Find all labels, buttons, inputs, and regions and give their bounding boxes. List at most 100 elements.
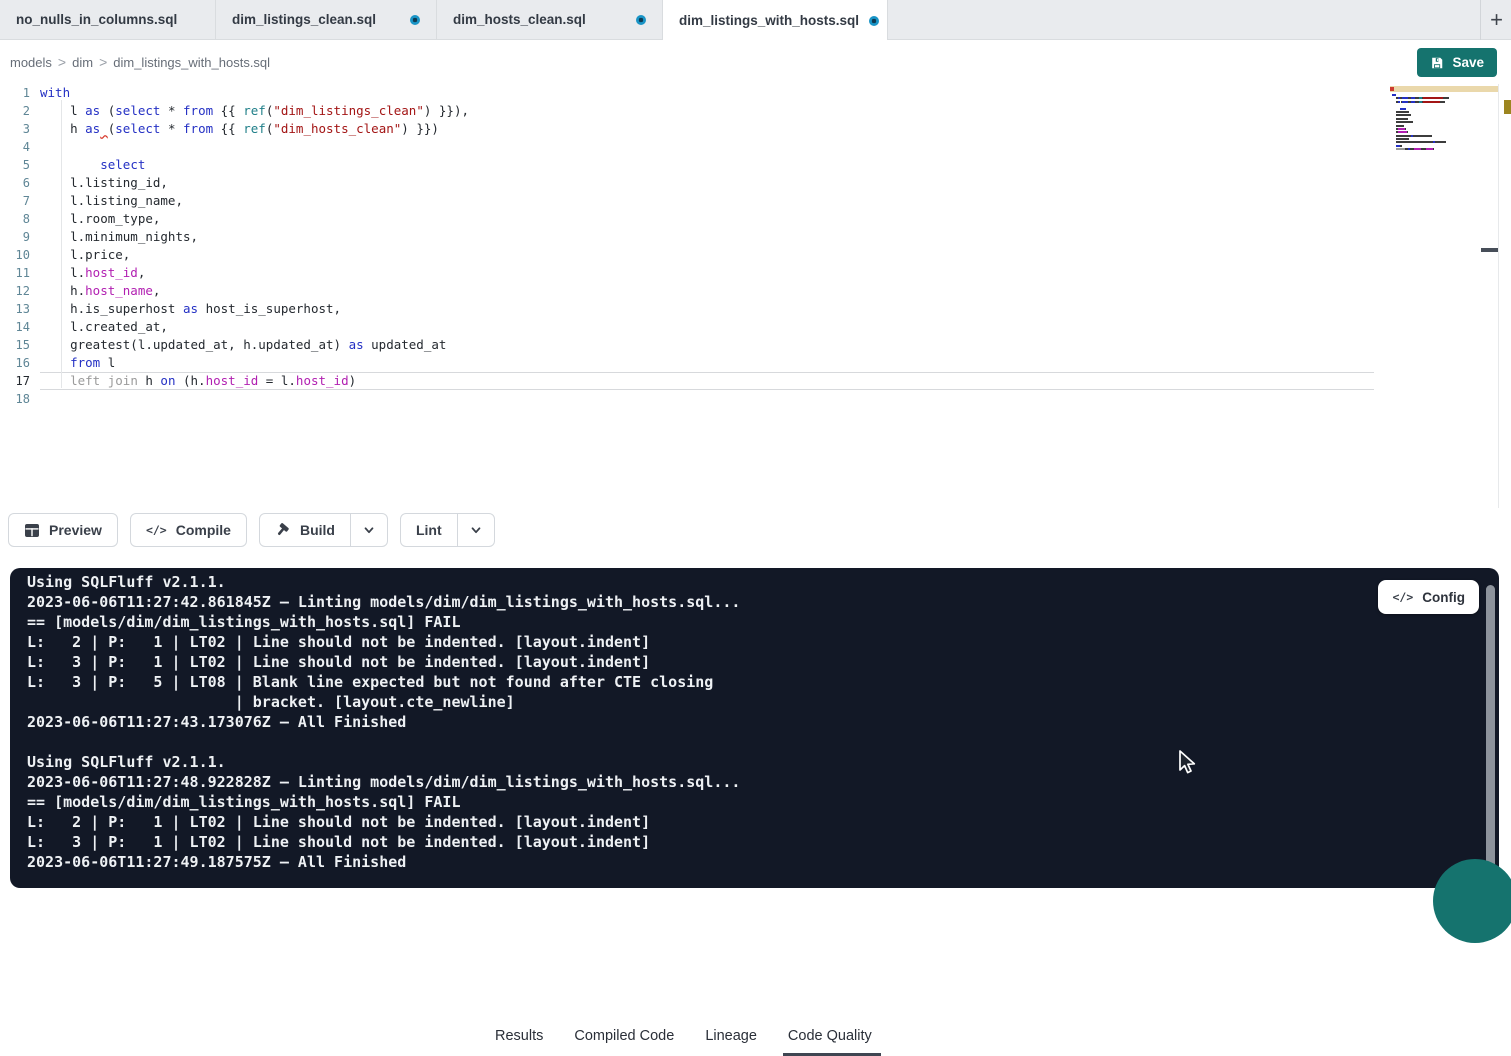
indent-guide <box>61 100 62 388</box>
plus-icon: + <box>1490 7 1503 33</box>
terminal-line: L: 2 | P: 1 | LT02 | Line should not be … <box>27 812 740 832</box>
code-text: greatest(l.updated_at, h.updated_at) as … <box>40 336 1374 354</box>
tab-label: dim_listings_clean.sql <box>232 12 376 27</box>
terminal-line: Using SQLFluff v2.1.1. <box>27 752 740 772</box>
line-number: 4 <box>0 138 40 156</box>
config-button[interactable]: </> Config <box>1378 580 1479 614</box>
chevron-down-icon <box>362 523 376 537</box>
code-line[interactable]: 8 l.room_type, <box>0 210 1511 228</box>
panel-header: Preview </> Compile Build <box>0 508 1511 568</box>
code-text: h.is_superhost as host_is_superhost, <box>40 300 1374 318</box>
code-line[interactable]: 13 h.is_superhost as host_is_superhost, <box>0 300 1511 318</box>
line-number: 15 <box>0 336 40 354</box>
code-line[interactable]: 4 <box>0 138 1511 156</box>
terminal-line: 2023-06-06T11:27:43.173076Z — All Finish… <box>27 712 740 732</box>
breadcrumb-separator-icon: > <box>58 54 66 70</box>
lint-dropdown-button[interactable] <box>458 514 494 546</box>
code-line[interactable]: 12 h.host_name, <box>0 282 1511 300</box>
terminal-line: == [models/dim/dim_listings_with_hosts.s… <box>27 792 740 812</box>
terminal-line: | bracket. [layout.cte_newline] <box>27 692 740 712</box>
editor-tab[interactable]: dim_listings_with_hosts.sql <box>663 0 888 41</box>
breadcrumb-separator-icon: > <box>99 54 107 70</box>
panel-tabs: Results Compiled Code Lineage Code Quali… <box>495 1017 872 1055</box>
terminal-line: L: 3 | P: 1 | LT02 | Line should not be … <box>27 832 740 852</box>
code-line[interactable]: 1with <box>0 84 1511 102</box>
code-line[interactable]: 9 l.minimum_nights, <box>0 228 1511 246</box>
breadcrumb-segment[interactable]: dim <box>72 55 93 70</box>
modified-dot-icon <box>636 15 646 25</box>
line-number: 17 <box>0 372 40 390</box>
tab-code-quality[interactable]: Code Quality <box>788 1017 872 1055</box>
code-line[interactable]: 15 greatest(l.updated_at, h.updated_at) … <box>0 336 1511 354</box>
lint-button[interactable]: Lint <box>401 514 458 546</box>
code-text: l.minimum_nights, <box>40 228 1374 246</box>
tab-lineage[interactable]: Lineage <box>705 1017 757 1055</box>
code-text: l as (select * from {{ ref("dim_listings… <box>40 102 1374 120</box>
build-split-button: Build <box>259 513 388 547</box>
code-line[interactable]: 18 <box>0 390 1511 408</box>
tab-results[interactable]: Results <box>495 1017 543 1055</box>
preview-button[interactable]: Preview <box>8 513 118 547</box>
editor-divider <box>1498 84 1499 508</box>
code-line[interactable]: 2 l as (select * from {{ ref("dim_listin… <box>0 102 1511 120</box>
code-text: l.room_type, <box>40 210 1374 228</box>
editor-tab[interactable]: dim_hosts_clean.sql <box>437 0 663 39</box>
terminal-output: Using SQLFluff v2.1.1. 2023-06-06T11:27:4… <box>27 572 740 872</box>
code-line[interactable]: 3 h as (select * from {{ ref("dim_hosts_… <box>0 120 1511 138</box>
line-number: 18 <box>0 390 40 408</box>
line-number: 3 <box>0 120 40 138</box>
code-text: h as (select * from {{ ref("dim_hosts_cl… <box>40 120 1374 138</box>
code-line[interactable]: 7 l.listing_name, <box>0 192 1511 210</box>
code-text: l.listing_name, <box>40 192 1374 210</box>
editor-tab-bar: no_nulls_in_columns.sql dim_listings_clea… <box>0 0 1511 40</box>
code-text: from l <box>40 354 1374 372</box>
code-line[interactable]: 17 left join h on (h.host_id = l.host_id… <box>0 372 1511 390</box>
code-line[interactable]: 10 l.price, <box>0 246 1511 264</box>
overview-warning-marker <box>1504 100 1511 114</box>
new-tab-button[interactable]: + <box>1480 0 1511 40</box>
line-number: 7 <box>0 192 40 210</box>
tab-label: dim_listings_with_hosts.sql <box>679 13 859 28</box>
line-number: 6 <box>0 174 40 192</box>
save-icon <box>1430 56 1444 70</box>
editor-tab[interactable]: dim_listings_clean.sql <box>216 0 437 39</box>
code-icon: </> <box>146 523 167 537</box>
line-number: 2 <box>0 102 40 120</box>
code-editor[interactable]: 1with2 l as (select * from {{ ref("dim_l… <box>0 84 1511 508</box>
breadcrumb-segment[interactable]: dim_listings_with_hosts.sql <box>113 55 270 70</box>
terminal-line: == [models/dim/dim_listings_with_hosts.s… <box>27 612 740 632</box>
minimap[interactable] <box>1390 86 1498 156</box>
tab-label: no_nulls_in_columns.sql <box>16 12 177 27</box>
code-line[interactable]: 16 from l <box>0 354 1511 372</box>
line-number: 1 <box>0 84 40 102</box>
minimap-viewport[interactable] <box>1390 86 1498 92</box>
code-line[interactable]: 6 l.listing_id, <box>0 174 1511 192</box>
line-number: 5 <box>0 156 40 174</box>
code-line[interactable]: 5 select <box>0 156 1511 174</box>
line-number: 14 <box>0 318 40 336</box>
code-text <box>40 138 1374 156</box>
breadcrumb-segment[interactable]: models <box>10 55 52 70</box>
code-text: l.price, <box>40 246 1374 264</box>
code-line[interactable]: 11 l.host_id, <box>0 264 1511 282</box>
terminal-scrollbar[interactable] <box>1486 585 1495 871</box>
build-dropdown-button[interactable] <box>351 514 387 546</box>
line-number: 12 <box>0 282 40 300</box>
chevron-down-icon <box>469 523 483 537</box>
code-icon: </> <box>1392 590 1413 604</box>
code-line[interactable]: 14 l.created_at, <box>0 318 1511 336</box>
terminal-line: L: 2 | P: 1 | LT02 | Line should not be … <box>27 632 740 652</box>
help-button[interactable] <box>1433 859 1511 943</box>
compile-button[interactable]: </> Compile <box>130 513 247 547</box>
editor-tab[interactable]: no_nulls_in_columns.sql <box>0 0 216 39</box>
overview-cursor-marker <box>1481 248 1498 252</box>
table-icon <box>24 523 40 538</box>
save-button[interactable]: Save <box>1417 48 1497 77</box>
tab-label: dim_hosts_clean.sql <box>453 12 586 27</box>
hammer-icon <box>275 522 291 538</box>
line-number: 8 <box>0 210 40 228</box>
tab-compiled-code[interactable]: Compiled Code <box>574 1017 674 1055</box>
build-button[interactable]: Build <box>260 514 351 546</box>
line-number: 16 <box>0 354 40 372</box>
terminal-line: L: 3 | P: 1 | LT02 | Line should not be … <box>27 652 740 672</box>
